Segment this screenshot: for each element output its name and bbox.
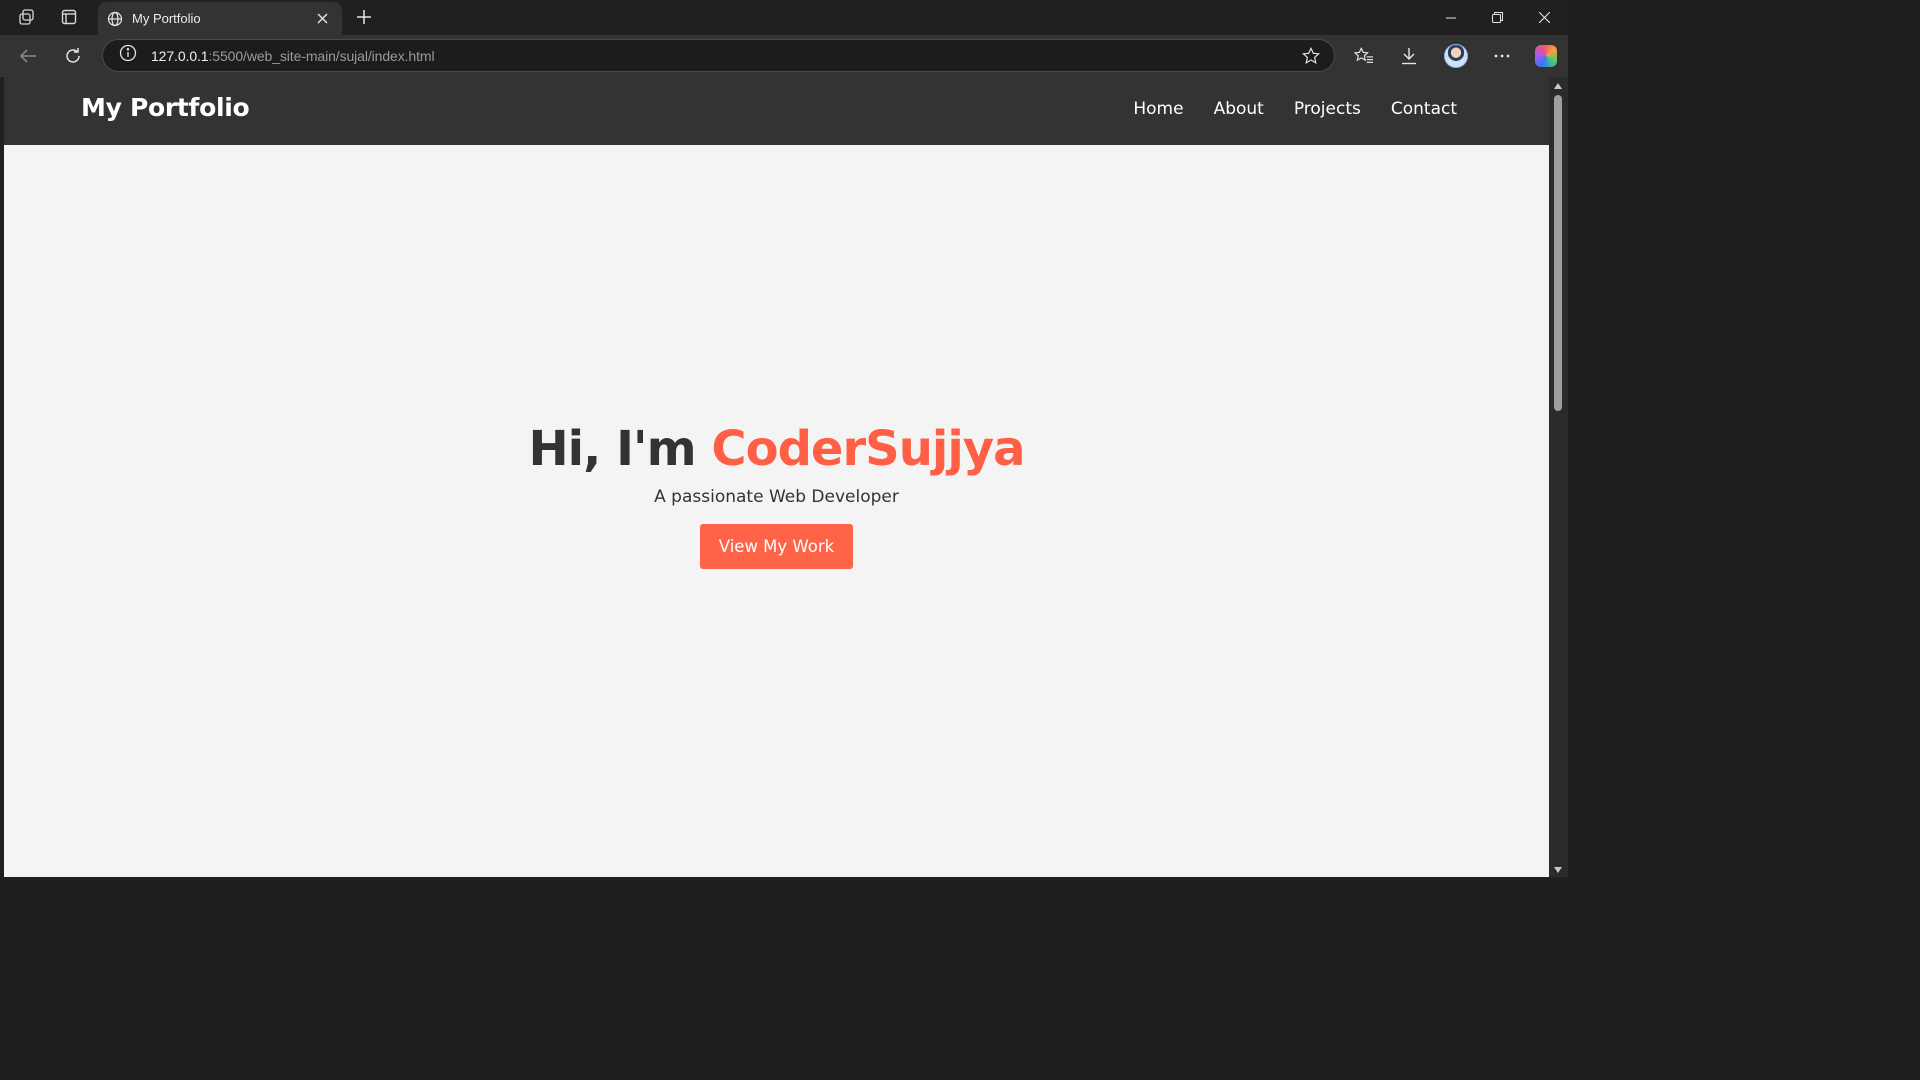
- minimize-button[interactable]: [1428, 0, 1474, 35]
- restore-button[interactable]: [1474, 0, 1520, 35]
- downloads-icon[interactable]: [1393, 41, 1425, 71]
- profile-avatar[interactable]: [1440, 41, 1472, 71]
- site-navbar: My Portfolio Home About Projects Contact: [4, 77, 1549, 145]
- tab-my-portfolio[interactable]: My Portfolio: [98, 2, 342, 35]
- page-scrollbar[interactable]: [1549, 77, 1568, 877]
- hero-heading: Hi, I'm CoderSujjya: [528, 420, 1026, 477]
- url-path: :5500/web_site-main/sujal/index.html: [208, 47, 435, 64]
- back-button[interactable]: [12, 41, 44, 71]
- nav-link-contact[interactable]: Contact: [1391, 99, 1457, 119]
- page-viewport: My Portfolio Home About Projects Contact…: [4, 77, 1549, 877]
- scroll-down-arrow-icon[interactable]: [1553, 865, 1563, 875]
- site-info-icon[interactable]: [119, 44, 137, 67]
- address-bar[interactable]: 127.0.0.1:5500/web_site-main/sujal/index…: [102, 39, 1335, 72]
- browser-window: My Portfolio 127.0.0.1:5500/web_site-mai…: [0, 0, 1568, 882]
- url-host: 127.0.0.1: [151, 47, 209, 64]
- close-tab-icon[interactable]: [312, 9, 332, 29]
- scroll-up-arrow-icon[interactable]: [1553, 81, 1563, 91]
- scroll-thumb[interactable]: [1554, 95, 1562, 411]
- copilot-logo: [1535, 45, 1557, 67]
- tab-strip: My Portfolio: [0, 0, 1568, 35]
- browser-toolbar: 127.0.0.1:5500/web_site-main/sujal/index…: [0, 35, 1568, 77]
- new-tab-button[interactable]: [352, 5, 376, 29]
- hero-tagline: A passionate Web Developer: [654, 487, 899, 508]
- refresh-button[interactable]: [57, 41, 89, 71]
- favorite-star-icon[interactable]: [1301, 46, 1321, 70]
- copilot-icon[interactable]: [1530, 41, 1562, 71]
- tab-title: My Portfolio: [132, 11, 201, 26]
- hero-section: Hi, I'm CoderSujjya A passionate Web Dev…: [4, 145, 1549, 877]
- tab-actions-icon[interactable]: [52, 2, 86, 32]
- favorites-icon[interactable]: [1348, 41, 1380, 71]
- close-window-button[interactable]: [1521, 0, 1567, 35]
- globe-icon: [104, 8, 126, 30]
- nav-links: Home About Projects Contact: [1103, 99, 1457, 119]
- more-options-icon[interactable]: [1486, 41, 1518, 71]
- nav-link-home[interactable]: Home: [1133, 99, 1183, 119]
- avatar-image: [1444, 44, 1468, 68]
- nav-link-about[interactable]: About: [1214, 99, 1264, 119]
- hero-name: CoderSujjya: [711, 420, 1025, 477]
- nav-link-projects[interactable]: Projects: [1294, 99, 1361, 119]
- url-text[interactable]: 127.0.0.1:5500/web_site-main/sujal/index…: [151, 47, 435, 64]
- workspaces-icon[interactable]: [10, 2, 44, 32]
- hero-greeting: Hi, I'm: [528, 420, 712, 477]
- window-bottom-edge: [0, 877, 1568, 882]
- view-my-work-button[interactable]: View My Work: [700, 524, 853, 570]
- site-logo[interactable]: My Portfolio: [81, 93, 250, 122]
